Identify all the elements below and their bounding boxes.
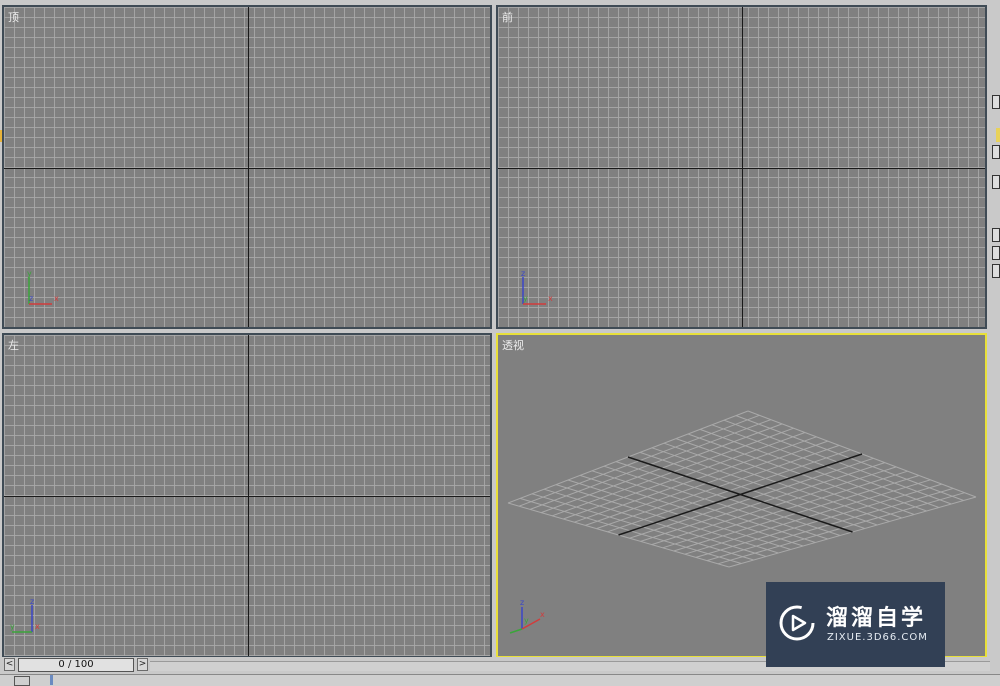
grid-axis-horizontal — [498, 168, 985, 169]
panel-rollout-button[interactable] — [992, 228, 1000, 242]
grid-axis-vertical — [742, 7, 743, 327]
gizmo-up-label: z — [521, 269, 525, 278]
viewport-top[interactable]: 顶 y x z — [2, 5, 492, 329]
watermark-subtitle: ZIXUE.3D66.COM — [827, 632, 928, 643]
gizmo-center-label: y — [524, 616, 529, 625]
gizmo-center-label: y — [523, 294, 528, 303]
grid-axis-horizontal — [4, 496, 490, 497]
track-bar-marker — [50, 675, 53, 685]
panel-rollout-button[interactable] — [992, 246, 1000, 260]
track-bar-ruler[interactable] — [0, 674, 1000, 686]
next-frame-button[interactable]: > — [137, 658, 148, 671]
viewport-front[interactable]: 前 z x y — [496, 5, 987, 329]
axis-gizmo-icon: z x y — [509, 597, 545, 637]
grid-axis-horizontal — [4, 168, 490, 169]
panel-rollout-button[interactable] — [992, 145, 1000, 159]
viewport-label[interactable]: 前 — [502, 9, 513, 25]
gizmo-up-label: y — [27, 269, 32, 278]
axis-gizmo-icon: z x y — [518, 269, 553, 309]
gizmo-right-label: x — [35, 622, 40, 631]
time-slider-thumb[interactable]: 0 / 100 — [18, 658, 134, 672]
viewport-label[interactable]: 透视 — [502, 337, 524, 353]
gizmo-up-label: z — [30, 597, 34, 606]
gizmo-left-label: y — [10, 622, 15, 631]
panel-highlight — [996, 128, 1000, 142]
gizmo-up-label: z — [520, 598, 524, 607]
viewport-label[interactable]: 顶 — [8, 9, 19, 25]
gizmo-right-label: x — [540, 610, 545, 619]
prev-frame-button[interactable]: < — [4, 658, 15, 671]
play-logo-icon — [779, 605, 815, 641]
gizmo-right-label: x — [54, 294, 59, 303]
viewport-grid — [4, 7, 490, 327]
gizmo-right-label: x — [548, 294, 553, 303]
axis-gizmo-icon: y x z — [24, 269, 59, 309]
command-panel-edge — [988, 0, 1000, 660]
panel-rollout-button[interactable] — [992, 264, 1000, 278]
viewport-left[interactable]: 左 z x y — [2, 333, 492, 658]
watermark-title: 溜溜自学 — [826, 606, 927, 631]
watermark: 溜溜自学 ZIXUE.3D66.COM — [766, 582, 945, 667]
viewport-label[interactable]: 左 — [8, 337, 19, 353]
panel-rollout-button[interactable] — [992, 175, 1000, 189]
panel-rollout-button[interactable] — [992, 95, 1000, 109]
axis-gizmo-icon: z x y — [10, 597, 44, 637]
grid-axis-vertical — [248, 7, 249, 327]
gizmo-center-label: z — [29, 294, 33, 303]
